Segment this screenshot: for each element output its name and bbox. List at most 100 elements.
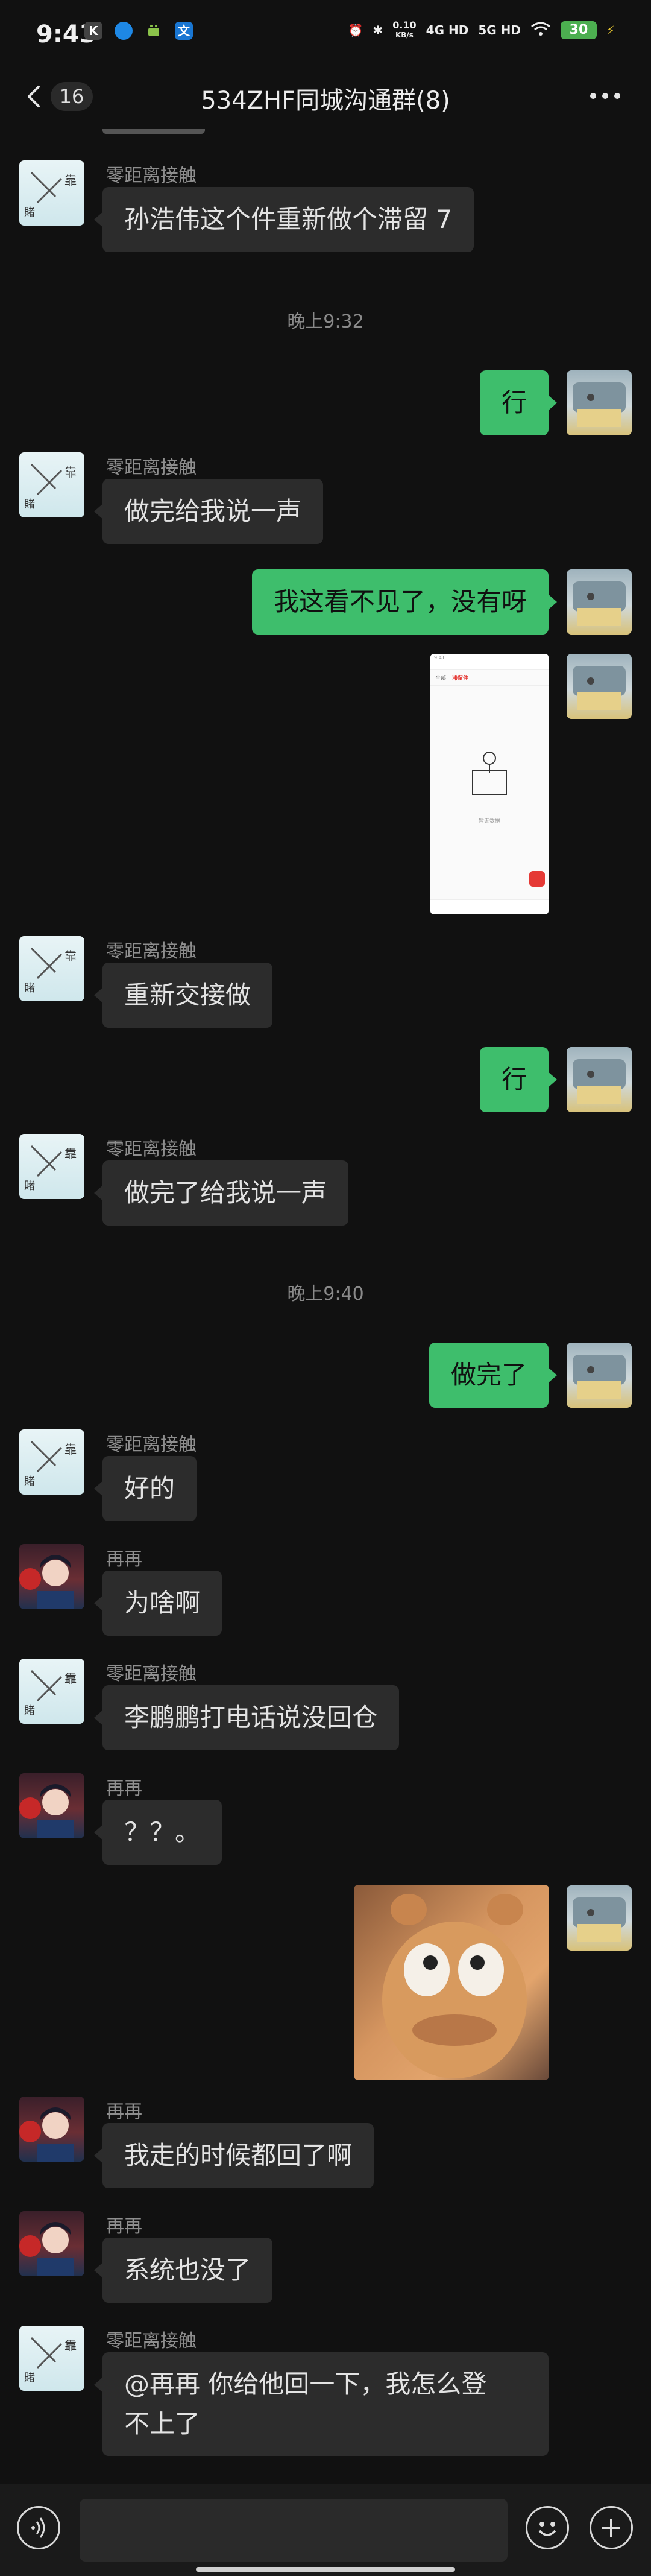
emoji-icon[interactable] (526, 2506, 569, 2549)
empty-box-illustration (472, 752, 507, 795)
screenshot-tabs: 全部 滞留件 (430, 670, 549, 686)
screenshot-image[interactable]: 9:41 全部 滞留件 暂无数据 (430, 654, 549, 914)
avatar-boy[interactable] (19, 2211, 84, 2276)
avatar-self[interactable] (567, 569, 632, 635)
message-bubble[interactable]: 做完了给我说一声 (93, 1160, 349, 1226)
avatar-girl[interactable]: 靠賭 (19, 2326, 84, 2391)
sender-name: 零距离接触 (106, 1434, 197, 1455)
sender-name: 零距离接触 (106, 2331, 197, 2352)
avatar-girl[interactable]: 靠賭 (19, 1429, 84, 1495)
signal-4g: 4G HD (426, 23, 469, 37)
timestamp: 晚上9:32 (287, 311, 364, 332)
message-row: 靠賭 零距离接触 做完了给我说一声 (0, 1134, 651, 1230)
message-bubble[interactable]: 做完给我说一声 (93, 479, 324, 544)
translate-icon: 文 (175, 22, 193, 40)
message-row: 靠賭 零距离接触 重新交接做 (0, 936, 651, 1033)
avatar-self[interactable] (567, 370, 632, 435)
sender-name: 零距离接触 (106, 165, 197, 186)
sender-name: 再再 (106, 1549, 142, 1570)
wifi-icon (530, 21, 551, 40)
sender-name: 再再 (106, 2101, 142, 2122)
message-input[interactable] (80, 2499, 508, 2562)
message-bubble[interactable]: @再再 你给他回一下，我怎么登 不上了 (94, 2352, 549, 2456)
sender-name: 零距离接触 (106, 1139, 197, 1160)
avatar-self[interactable] (567, 1047, 632, 1112)
status-bar: 9:43 K 文 ⏰ ✱ 0.10 KB/s 4G HD 5G HD 30 ⚡ (0, 0, 651, 66)
svg-text:賭: 賭 (24, 982, 35, 995)
message-list[interactable]: 靠賭 零距离接触 孙浩伟这个件重新做个滞留 7 晚上9:32 行 靠賭 零距离接… (0, 129, 651, 2484)
chat-title: 534ZHF同城沟通群(8) (201, 87, 450, 115)
screenshot-status: 9:41 (430, 654, 549, 670)
voice-icon[interactable] (17, 2506, 60, 2549)
svg-text:賭: 賭 (24, 2372, 35, 2384)
svg-text:靠: 靠 (64, 2338, 77, 2353)
avatar-self[interactable] (567, 1885, 632, 1951)
message-bubble[interactable]: 做完了 (429, 1343, 558, 1408)
message-bubble[interactable]: 好的 (93, 1456, 197, 1521)
alarm-icon: ⏰ (348, 23, 363, 37)
avatar-girl[interactable]: 靠賭 (19, 1659, 84, 1724)
svg-text:靠: 靠 (64, 173, 77, 188)
message-bubble[interactable]: 为啥啊 (93, 1571, 222, 1636)
message-bubble[interactable]: 孙浩伟这个件重新做个滞留 7 (93, 187, 474, 252)
message-row: 做完了 (0, 1343, 651, 1409)
svg-text:賭: 賭 (24, 1704, 35, 1717)
message-bubble[interactable]: 我这看不见了，没有呀 (251, 569, 558, 635)
input-bar (0, 2484, 651, 2576)
more-dots-icon[interactable] (587, 87, 623, 105)
bluetooth-icon: ✱ (373, 23, 383, 37)
avatar-boy[interactable] (19, 2097, 84, 2162)
message-bubble[interactable]: 我走的时候都回了啊 (93, 2123, 374, 2188)
home-indicator[interactable] (196, 2567, 455, 2572)
message-bubble[interactable]: 行 (479, 1047, 558, 1112)
svg-text:靠: 靠 (64, 1671, 77, 1686)
status-notification-icons: K 文 (84, 22, 193, 40)
message-bubble[interactable]: ？？。 (93, 1800, 222, 1865)
charging-icon: ⚡ (606, 23, 615, 37)
message-row (0, 1885, 651, 2084)
message-row: 靠賭 零距离接触 李鹏鹏打电话说没回仓 (0, 1659, 651, 1761)
avatar-boy[interactable] (19, 1544, 84, 1609)
avatar-girl[interactable]: 靠賭 (19, 936, 84, 1001)
message-row: 靠賭 零距离接触 孙浩伟这个件重新做个滞留 7 (0, 160, 651, 252)
svg-text:賭: 賭 (24, 498, 35, 511)
avatar-boy[interactable] (19, 1773, 84, 1838)
avatar-self[interactable] (567, 1343, 632, 1408)
sender-name: 零距离接触 (106, 457, 197, 478)
battery-indicator: 30 (560, 21, 597, 39)
plus-icon[interactable] (590, 2506, 633, 2549)
k-app-icon: K (84, 22, 102, 40)
message-row: 9:41 全部 滞留件 暂无数据 (0, 654, 651, 917)
signal-5g: 5G HD (478, 23, 521, 37)
message-bubble[interactable]: 系统也没了 (93, 2238, 273, 2303)
clipped-message (102, 129, 205, 134)
svg-text:靠: 靠 (64, 1442, 77, 1457)
message-bubble[interactable]: 李鹏鹏打电话说没回仓 (93, 1685, 400, 1750)
message-row: 靠賭 零距离接触 @再再 你给他回一下，我怎么登 不上了 (0, 2326, 651, 2470)
message-row: 靠賭 零距离接触 好的 (0, 1429, 651, 1532)
sender-name: 零距离接触 (106, 1663, 197, 1685)
message-row: 再再 我走的时候都回了啊 (0, 2097, 651, 2199)
svg-text:靠: 靠 (64, 465, 77, 479)
message-bubble[interactable]: 行 (479, 370, 558, 435)
message-bubble[interactable]: 重新交接做 (93, 963, 273, 1028)
status-right: ⏰ ✱ 0.10 KB/s 4G HD 5G HD 30 ⚡ (348, 21, 615, 40)
message-row: 行 (0, 370, 651, 437)
svg-text:賭: 賭 (24, 206, 35, 219)
avatar-girl[interactable]: 靠賭 (19, 160, 84, 226)
message-line: 不上了 (124, 2409, 201, 2438)
sender-name: 零距离接触 (106, 941, 197, 962)
android-icon (145, 22, 163, 40)
message-row: 我这看不见了，没有呀 (0, 569, 651, 636)
message-row: 再再 ？？。 (0, 1773, 651, 1876)
screenshot-tabbar (430, 899, 549, 914)
fab-icon (529, 871, 545, 887)
message-row: 行 (0, 1047, 651, 1113)
avatar-girl[interactable]: 靠賭 (19, 452, 84, 517)
avatar-girl[interactable]: 靠賭 (19, 1134, 84, 1199)
message-line: @再再 你给他回一下，我怎么登 (124, 2369, 487, 2399)
sticker-image[interactable] (354, 1885, 549, 2080)
avatar-self[interactable] (567, 654, 632, 719)
svg-text:靠: 靠 (64, 1147, 77, 1161)
empty-text: 暂无数据 (478, 818, 500, 824)
